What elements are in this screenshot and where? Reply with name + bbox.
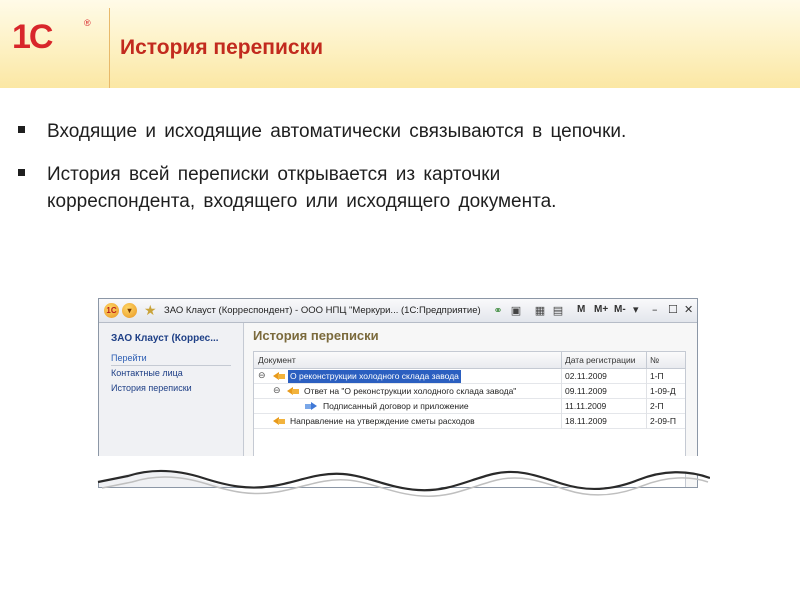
table-row[interactable]: ⊖ О реконструкции холодного склада завод… (254, 369, 685, 384)
calculator-icon[interactable]: ▦ (533, 303, 547, 318)
incoming-document-icon (305, 402, 317, 411)
outgoing-document-icon (273, 417, 285, 426)
logo-registered-mark: ® (84, 18, 91, 28)
maximize-icon[interactable]: ☐ (668, 303, 678, 316)
1c-logo: 1С ® (12, 18, 92, 58)
header-divider (109, 8, 110, 88)
column-separator (561, 352, 562, 369)
main-menu-icon[interactable]: ▾ (122, 303, 137, 318)
column-separator (561, 369, 562, 384)
column-separator (646, 384, 647, 399)
link-icon[interactable]: ⚭ (491, 303, 505, 318)
collapse-toggle-icon[interactable]: ⊖ (273, 386, 281, 396)
date-cell: 09.11.2009 (565, 386, 607, 396)
bullet-item: Входящие и исходящие автоматически связы… (18, 118, 788, 145)
column-separator (561, 414, 562, 429)
bullet-text: История всей переписки открывается из ка… (47, 164, 557, 212)
incoming-document-icon (273, 372, 285, 381)
bullet-item: История всей переписки открывается из ка… (18, 161, 638, 215)
sidebar-item-history[interactable]: История переписки (111, 383, 192, 393)
column-separator (646, 352, 647, 369)
window-title: ЗАО Клауст (Корреспондент) - ООО НПЦ "Ме… (164, 305, 481, 316)
pane-title: История переписки (253, 328, 379, 343)
slide-title: История переписки (120, 36, 323, 59)
number-cell: 2-П (650, 401, 664, 411)
app-logo-icon[interactable]: 1С (104, 303, 119, 318)
date-cell: 11.11.2009 (565, 401, 607, 411)
number-cell: 1-П (650, 371, 664, 381)
column-header-document[interactable]: Документ (258, 355, 296, 365)
minimize-icon[interactable]: – (652, 303, 658, 316)
number-cell: 1-09-Д (650, 386, 676, 396)
column-separator (646, 414, 647, 429)
sidebar-section-goto: Перейти (111, 353, 231, 366)
bullet-marker (18, 169, 25, 176)
table-row[interactable]: Подписанный договор и приложение 11.11.2… (254, 399, 685, 414)
outgoing-document-icon (287, 387, 299, 396)
collapse-toggle-icon[interactable]: ⊖ (258, 371, 266, 381)
number-cell: 2-09-П (650, 416, 676, 426)
print-icon[interactable]: ▣ (509, 303, 523, 318)
bullet-list: Входящие и исходящие автоматически связы… (18, 118, 788, 231)
date-cell: 18.11.2009 (565, 416, 607, 426)
column-separator (646, 369, 647, 384)
torn-edge-decoration (90, 456, 710, 497)
table-row[interactable]: Направление на утверждение сметы расходо… (254, 414, 685, 429)
table-header: Документ Дата регистрации № (254, 352, 685, 369)
calendar-icon[interactable]: ▤ (551, 303, 565, 318)
close-icon[interactable]: ✕ (684, 303, 693, 316)
bullet-text: Входящие и исходящие автоматически связы… (47, 121, 627, 142)
document-cell[interactable]: О реконструкции холодного склада завода (288, 370, 461, 383)
sidebar-title: ЗАО Клауст (Коррес... (111, 333, 219, 344)
document-cell[interactable]: Подписанный договор и приложение (323, 401, 469, 411)
memory-minus-button[interactable]: M- (614, 304, 626, 315)
sidebar-item-contacts[interactable]: Контактные лица (111, 368, 183, 378)
slide-header: 1С ® История переписки (0, 0, 800, 88)
favorite-star-icon[interactable]: ★ (144, 302, 157, 319)
date-cell: 02.11.2009 (565, 371, 607, 381)
table-row[interactable]: ⊖ Ответ на "О реконструкции холодного ск… (254, 384, 685, 399)
memory-plus-button[interactable]: M+ (594, 304, 608, 315)
bullet-marker (18, 126, 25, 133)
document-cell[interactable]: Направление на утверждение сметы расходо… (290, 416, 475, 426)
window-titlebar: 1С ▾ ★ ЗАО Клауст (Корреспондент) - ООО … (99, 299, 697, 323)
column-header-number[interactable]: № (650, 355, 659, 365)
column-separator (646, 399, 647, 414)
column-separator (561, 399, 562, 414)
dropdown-arrow-icon[interactable]: ▾ (633, 303, 639, 316)
document-cell[interactable]: Ответ на "О реконструкции холодного скла… (304, 386, 516, 396)
column-separator (561, 384, 562, 399)
column-header-date[interactable]: Дата регистрации (565, 355, 635, 365)
memory-button[interactable]: M (577, 304, 585, 315)
logo-text: 1С (12, 18, 53, 56)
